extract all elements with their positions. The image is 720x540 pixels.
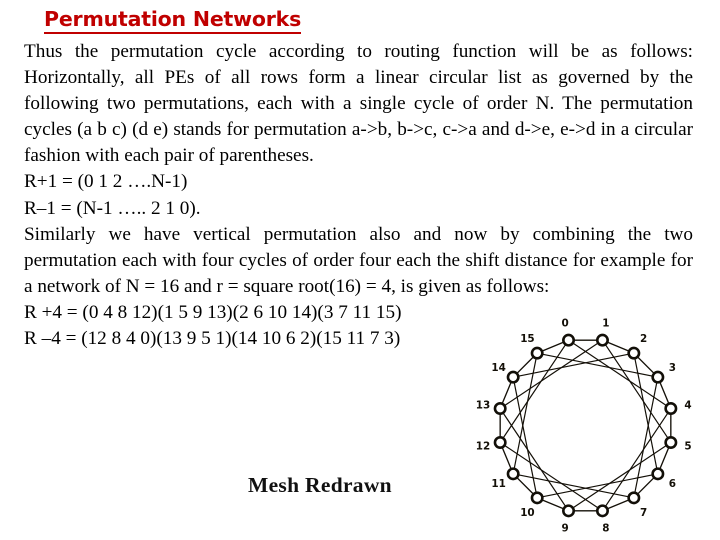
network-node <box>651 370 665 384</box>
node-label: 8 <box>602 523 609 535</box>
node-label: 3 <box>669 362 676 374</box>
chord-edge <box>512 352 635 378</box>
chord-edge <box>512 352 538 475</box>
node-label: 11 <box>491 478 505 490</box>
node-label: 9 <box>561 523 568 535</box>
network-node <box>651 467 665 481</box>
network-node <box>595 504 609 518</box>
node-label: 7 <box>640 507 647 519</box>
node-label: 13 <box>476 400 490 412</box>
node-label: 15 <box>520 333 534 345</box>
chord-edge <box>633 376 659 499</box>
node-label: 4 <box>684 400 691 412</box>
network-node <box>627 491 641 505</box>
node-label: 5 <box>684 440 691 452</box>
network-node <box>493 402 507 416</box>
network-node <box>506 370 520 384</box>
chord-edge <box>633 352 659 475</box>
network-node <box>530 346 544 360</box>
node-label: 14 <box>491 362 505 374</box>
network-node <box>595 333 609 347</box>
node-label: 2 <box>640 333 647 345</box>
ring-edge-layer <box>499 339 672 512</box>
permutation-r-plus-1: R+1 = (0 1 2 ….N-1) <box>24 171 188 193</box>
page-title: Permutation Networks <box>44 8 301 34</box>
network-node <box>664 435 678 449</box>
node-layer <box>493 333 678 518</box>
body-paragraph-2: Similarly we have vertical permutation a… <box>24 223 693 297</box>
node-label: 1 <box>602 318 609 330</box>
chord-edge <box>536 473 659 499</box>
network-node <box>627 346 641 360</box>
chord-edge <box>512 376 538 499</box>
ring-network-svg: 0 123456789101112131415 <box>476 318 692 535</box>
figure-caption: Mesh Redrawn <box>248 473 392 497</box>
network-node <box>506 467 520 481</box>
slide-canvas: Permutation Networks Thus the permutatio… <box>0 0 720 540</box>
node-label: 0 <box>561 318 568 330</box>
node-label: 12 <box>476 440 490 452</box>
ring-network-diagram: 0 1 2 3 4 5 6 7 8 9 10 11 12 13 14 15 <box>470 305 710 540</box>
slide-title-container: Permutation Networks <box>0 8 720 34</box>
permutation-r-minus-1: R–1 = (N-1 ….. 2 1 0). <box>24 197 201 219</box>
node-label: 10 <box>520 507 534 519</box>
network-node <box>562 504 576 518</box>
network-node <box>664 402 678 416</box>
chord-edge <box>512 473 635 499</box>
chord-edge <box>536 352 659 378</box>
body-paragraph-1: Thus the permutation cycle according to … <box>24 41 693 167</box>
network-node <box>493 435 507 449</box>
chord-edge-layer <box>499 339 672 512</box>
node-label: 6 <box>669 478 676 490</box>
network-node <box>562 333 576 347</box>
network-node <box>530 491 544 505</box>
